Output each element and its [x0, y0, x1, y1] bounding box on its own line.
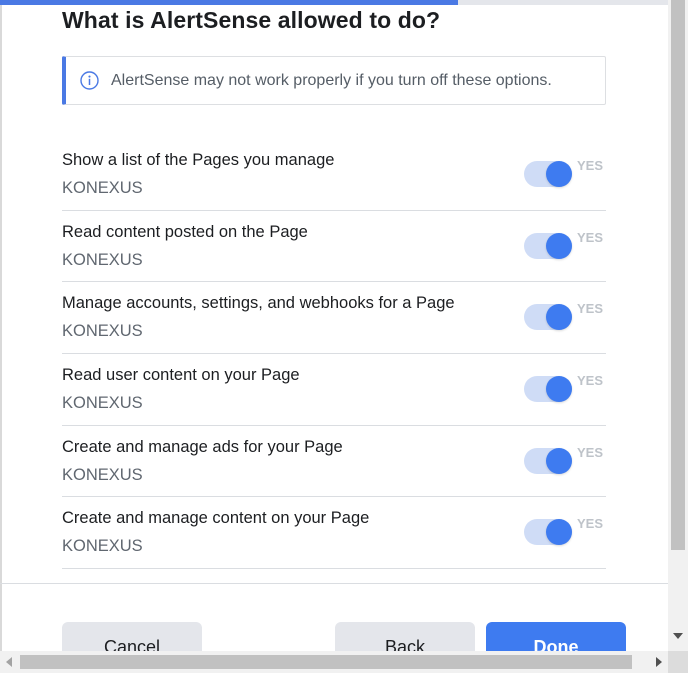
toggle-state-label: YES	[577, 229, 604, 245]
permission-label: Manage accounts, settings, and webhooks …	[62, 294, 455, 313]
permission-page-name: KONEXUS	[62, 322, 143, 341]
permission-page-name: KONEXUS	[62, 537, 143, 556]
permission-toggle[interactable]	[524, 447, 572, 474]
permission-label: Create and manage content on your Page	[62, 509, 370, 528]
dialog-content: What is AlertSense allowed to do? AlertS…	[0, 5, 668, 583]
toggle-knob	[546, 161, 572, 187]
permissions-dialog: What is AlertSense allowed to do? AlertS…	[0, 0, 688, 673]
permission-page-name: KONEXUS	[62, 465, 143, 484]
scroll-down-arrow-icon[interactable]	[673, 633, 683, 639]
scroll-left-arrow-icon[interactable]	[6, 657, 12, 667]
dialog-title: What is AlertSense allowed to do?	[62, 7, 441, 33]
permission-toggle[interactable]	[524, 519, 572, 546]
permission-toggle[interactable]	[524, 376, 572, 403]
toggle-state-label: YES	[577, 301, 604, 317]
toggle-state-label: YES	[577, 516, 604, 532]
scrollbar-corner	[668, 651, 688, 673]
toggle-knob	[546, 304, 572, 331]
permission-label: Read content posted on the Page	[62, 222, 308, 241]
permission-label: Read user content on your Page	[62, 366, 300, 385]
horizontal-scrollbar[interactable]	[0, 651, 668, 673]
toggle-knob	[546, 232, 572, 259]
permission-toggle[interactable]	[524, 304, 572, 331]
toggle-state-label: YES	[577, 158, 604, 173]
info-notice: AlertSense may not work properly if you …	[62, 56, 606, 105]
toggle-state-label: YES	[577, 373, 604, 389]
permission-row: Read content posted on the Page KONEXUS …	[62, 211, 606, 283]
permission-list: Show a list of the Pages you manage KONE…	[62, 139, 606, 570]
notice-text: AlertSense may not work properly if you …	[111, 71, 552, 89]
permission-row: Read user content on your Page KONEXUS Y…	[62, 354, 606, 426]
toggle-state-label: YES	[577, 444, 604, 460]
permission-label: Create and manage ads for your Page	[62, 437, 343, 456]
horizontal-scroll-thumb[interactable]	[20, 655, 632, 669]
permission-label: Show a list of the Pages you manage	[62, 151, 335, 169]
permission-row: Create and manage ads for your Page KONE…	[62, 426, 606, 498]
permission-page-name: KONEXUS	[62, 179, 143, 197]
permission-page-name: KONEXUS	[62, 394, 143, 413]
toggle-knob	[546, 447, 572, 474]
permission-page-name: KONEXUS	[62, 250, 143, 269]
vertical-scrollbar[interactable]	[668, 0, 688, 651]
permission-row: Create and manage content on your Page K…	[62, 497, 606, 570]
permission-row: Show a list of the Pages you manage KONE…	[62, 139, 606, 211]
permission-toggle[interactable]	[524, 232, 572, 259]
permission-row: Manage accounts, settings, and webhooks …	[62, 282, 606, 355]
info-icon	[80, 71, 99, 90]
permission-toggle[interactable]	[524, 161, 572, 187]
toggle-knob	[546, 376, 572, 403]
footer-divider	[0, 583, 668, 584]
vertical-scroll-thumb[interactable]	[671, 0, 685, 550]
scroll-right-arrow-icon[interactable]	[656, 657, 662, 667]
toggle-knob	[546, 519, 572, 546]
